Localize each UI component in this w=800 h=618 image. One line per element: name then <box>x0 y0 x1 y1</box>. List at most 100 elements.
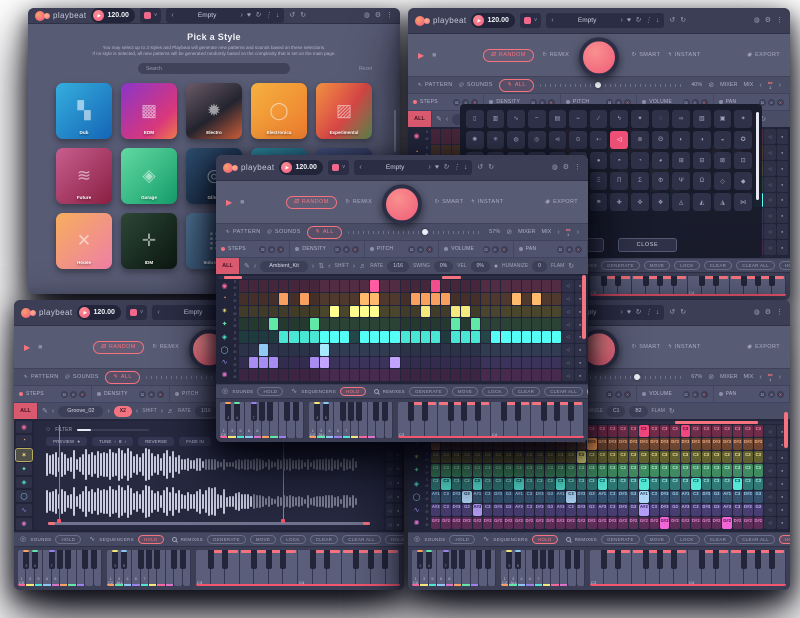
step-cell[interactable] <box>340 357 349 369</box>
step-cell[interactable] <box>441 318 450 330</box>
step-cell[interactable] <box>350 293 359 305</box>
step-cell[interactable] <box>501 280 510 292</box>
row-speaker-button[interactable]: ◁ <box>562 344 574 356</box>
step-cell[interactable] <box>360 331 369 343</box>
note-cell[interactable]: D#3ˇ <box>733 438 742 450</box>
sounds-tab[interactable]: ◎SOUNDS <box>267 229 301 235</box>
chain-prev-icon[interactable]: ‹ <box>759 374 761 381</box>
step-cell[interactable] <box>471 306 480 318</box>
pencil-icon[interactable]: ✎ <box>42 408 48 415</box>
solo-mute-buttons[interactable]: SM <box>232 293 238 305</box>
step-cell[interactable] <box>330 293 339 305</box>
step-cell[interactable] <box>350 318 359 330</box>
pattern-select-box[interactable]: ˅ <box>126 305 148 320</box>
step-cell[interactable] <box>471 344 480 356</box>
step-cell[interactable] <box>380 344 389 356</box>
close-button[interactable]: CLOSE <box>618 238 678 252</box>
note-cell[interactable]: C3ˇ <box>566 504 575 516</box>
black-key[interactable]: 7 <box>443 550 449 569</box>
reload-icon[interactable]: ↻ <box>255 12 261 19</box>
step-cell[interactable] <box>481 318 490 330</box>
track-icon[interactable]: ◈ <box>218 331 231 343</box>
note-cell[interactable]: D#3ˇ <box>618 491 627 503</box>
track-icon[interactable]: ◯ <box>410 491 423 503</box>
note-cell[interactable]: D#2ˇ <box>504 517 513 529</box>
black-key[interactable] <box>568 402 574 421</box>
note-cell[interactable]: C3ˇ <box>743 478 752 490</box>
instrument-icon[interactable]: ● <box>590 152 608 170</box>
rate-value[interactable]: 1/16 <box>387 261 409 272</box>
note-cell[interactable]: D#2ˇ <box>462 517 471 529</box>
step-cell[interactable] <box>279 306 288 318</box>
step-cell[interactable] <box>370 357 379 369</box>
step-cell[interactable] <box>451 306 460 318</box>
prev-preset-icon[interactable]: ‹ <box>551 17 553 24</box>
style-tile-edm[interactable]: ▩EDM <box>121 83 177 139</box>
param-mini-icon[interactable]: ⚄ <box>483 246 490 253</box>
step-cell[interactable] <box>350 357 359 369</box>
redo-icon[interactable]: ↻ <box>680 17 686 24</box>
row-speaker-button[interactable]: ◁ <box>764 224 776 239</box>
black-key[interactable] <box>713 276 719 286</box>
note-cell[interactable]: D#3ˇ <box>702 491 711 503</box>
note-cell[interactable]: D#2ˇ <box>441 517 450 529</box>
sequencers-hold-button[interactable]: HOLD <box>532 535 558 544</box>
step-cell[interactable] <box>310 344 319 356</box>
row-dot-button[interactable]: ● <box>395 518 403 530</box>
reset-button[interactable]: Reset <box>359 66 372 72</box>
note-cell[interactable]: C3ˇ <box>566 451 575 463</box>
note-cell[interactable]: C3ˇ <box>681 464 690 476</box>
instrument-icon[interactable]: ⌁ <box>569 110 587 128</box>
step-cell[interactable] <box>552 331 561 343</box>
scrollbar[interactable] <box>394 110 396 152</box>
step-cell[interactable] <box>370 293 379 305</box>
step-cell[interactable] <box>330 306 339 318</box>
note-cell[interactable]: A#1ˇ <box>514 491 523 503</box>
step-cell[interactable] <box>481 357 490 369</box>
param-mini-icon[interactable]: ✕ <box>277 246 284 253</box>
black-key[interactable] <box>267 402 273 421</box>
globe-icon[interactable]: ◍ <box>364 12 370 19</box>
note-cell[interactable]: C3ˇ <box>733 451 742 463</box>
step-cell[interactable] <box>289 280 298 292</box>
step-cell[interactable] <box>320 280 329 292</box>
step-cell[interactable] <box>522 293 531 305</box>
step-cell[interactable] <box>320 344 329 356</box>
chain-next-icon[interactable]: › <box>577 229 579 236</box>
black-key[interactable] <box>515 402 521 421</box>
step-cell[interactable] <box>259 344 268 356</box>
note-cell[interactable]: C3ˇ <box>545 451 554 463</box>
note-cell[interactable]: A#1ˇ <box>473 491 482 503</box>
param-volume[interactable]: VOLUME⚄⊘✕ <box>439 241 513 257</box>
step-cell[interactable] <box>532 293 541 305</box>
solo-mute-buttons[interactable]: SM <box>232 357 238 369</box>
black-key[interactable] <box>657 550 663 569</box>
step-cell[interactable] <box>431 318 440 330</box>
param-mini-icon[interactable]: ⊘ <box>768 391 775 398</box>
row-speaker-button[interactable]: ◁ <box>764 517 776 529</box>
row-dot-button[interactable]: ● <box>395 463 403 475</box>
step-cell[interactable] <box>300 357 309 369</box>
param-mini-icon[interactable]: ⊘ <box>70 391 77 398</box>
remixes-hold-button[interactable]: HOLD <box>587 387 588 396</box>
slider-handle[interactable] <box>422 229 428 235</box>
undo-icon[interactable]: ↺ <box>669 17 675 24</box>
step-cell[interactable] <box>421 369 430 381</box>
instrument-icon[interactable]: ▣ <box>714 110 732 128</box>
row-dot-button[interactable]: ● <box>395 490 403 502</box>
undo-icon[interactable]: ↺ <box>289 12 295 19</box>
instrument-icon[interactable]: ∿ <box>507 110 525 128</box>
pattern-tab[interactable]: ∿PATTERN <box>417 82 453 88</box>
note-cell[interactable]: D#3ˇ <box>650 438 659 450</box>
note-cell[interactable]: C3ˇ <box>691 491 700 503</box>
note-cell[interactable]: C3ˇ <box>691 478 700 490</box>
scroll-capsule[interactable] <box>582 275 586 339</box>
note-cell[interactable]: C3ˇ <box>660 464 669 476</box>
param-pan[interactable]: PAN⚄⊘✕ <box>514 241 588 257</box>
menu-icon[interactable]: ⋮ <box>645 309 652 316</box>
row-dot-button[interactable]: ● <box>777 478 789 490</box>
note-cell[interactable]: A#3ˇ <box>639 504 648 516</box>
lock-button[interactable]: LOCK <box>280 535 305 544</box>
preset-selector[interactable]: ‹Empty›♥↻⋮↓ <box>354 160 472 175</box>
note-cell[interactable]: C3ˇ <box>587 425 596 437</box>
